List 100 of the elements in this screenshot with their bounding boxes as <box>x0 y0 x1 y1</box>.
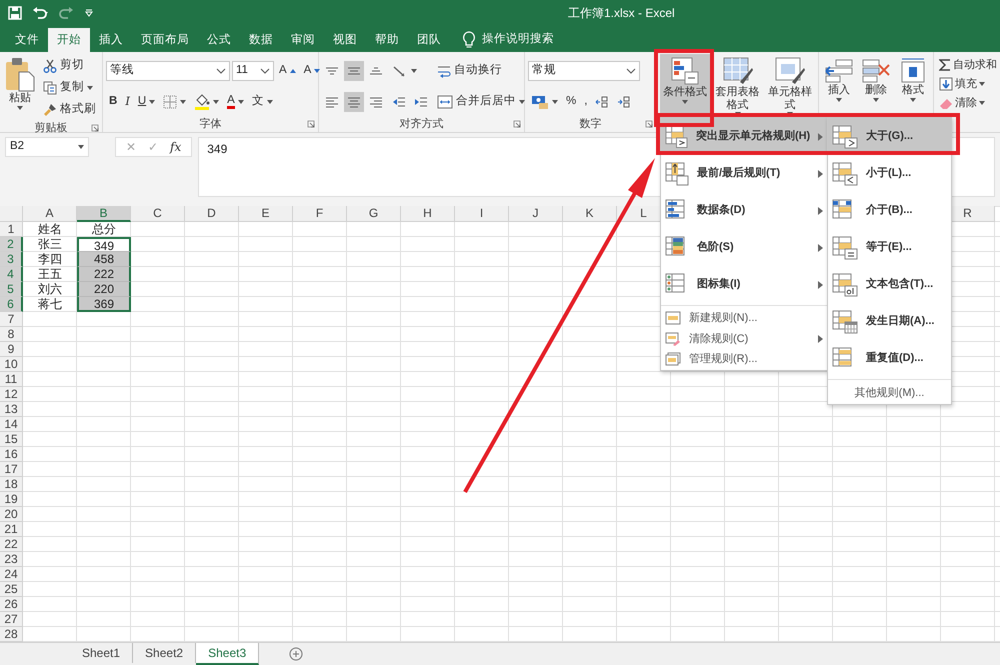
ribbon-button[interactable]: I <box>122 92 133 112</box>
row-header[interactable]: 18 <box>0 477 23 492</box>
ribbon-button[interactable]: 粘贴 <box>3 54 37 120</box>
formula-button[interactable]: fx <box>168 138 184 156</box>
ribbon-button[interactable]: 文 <box>248 92 276 112</box>
row-header[interactable]: 17 <box>0 462 23 477</box>
sheet-tab[interactable]: Sheet3 <box>196 643 260 665</box>
row-header[interactable]: 28 <box>0 627 23 642</box>
row-header[interactable]: 13 <box>0 402 23 417</box>
dropdown-field[interactable]: 11 <box>232 60 274 80</box>
menu-item[interactable]: 等于(E)... <box>828 229 951 266</box>
ribbon-button[interactable]: 清除 <box>937 94 985 112</box>
ribbon-button[interactable]: % <box>563 92 580 112</box>
ribbon-tab[interactable]: 团队 <box>408 28 450 52</box>
row-header[interactable]: 23 <box>0 552 23 567</box>
ribbon-tab[interactable]: 视图 <box>324 28 366 52</box>
icon-button[interactable] <box>344 60 364 80</box>
ribbon-button[interactable]: B <box>106 92 120 112</box>
row-header[interactable]: 5 <box>0 282 23 297</box>
row-header[interactable]: 21 <box>0 522 23 537</box>
name-box[interactable]: B2 <box>5 137 89 157</box>
menu-item[interactable]: 管理规则(R)... <box>661 349 827 370</box>
row-header[interactable]: 26 <box>0 597 23 612</box>
row-header[interactable]: 19 <box>0 492 23 507</box>
ribbon-tab[interactable]: 页面布局 <box>132 28 198 52</box>
ribbon-button[interactable]: 格式刷 <box>40 100 99 120</box>
ribbon-button[interactable]: 复制 <box>40 78 96 98</box>
column-header[interactable]: J <box>509 206 563 222</box>
menu-item[interactable]: 小于(L)... <box>828 155 951 192</box>
row-header[interactable]: 27 <box>0 612 23 627</box>
row-header[interactable]: 2 <box>0 237 23 252</box>
ribbon-tab[interactable]: 审阅 <box>282 28 324 52</box>
menu-item[interactable]: 图标集(I) <box>661 266 827 303</box>
column-header[interactable]: C <box>131 206 185 222</box>
ribbon-button[interactable]: A <box>276 60 299 80</box>
ribbon-tab[interactable]: 文件 <box>6 28 48 52</box>
column-header[interactable]: B <box>77 206 131 222</box>
ribbon-tab[interactable]: 帮助 <box>366 28 408 52</box>
row-header[interactable]: 10 <box>0 357 23 372</box>
menu-item[interactable]: 其他规则(M)... <box>828 382 951 404</box>
undo-icon[interactable] <box>32 6 48 20</box>
dropdown-field[interactable]: 常规 <box>528 60 640 80</box>
dialog-launcher-icon[interactable] <box>513 120 521 128</box>
column-header[interactable]: F <box>293 206 347 222</box>
row-header[interactable]: 20 <box>0 507 23 522</box>
row-header[interactable]: 16 <box>0 447 23 462</box>
row-header[interactable]: 3 <box>0 252 23 267</box>
save-icon[interactable] <box>8 6 22 20</box>
ribbon-tab[interactable]: 开始 <box>48 28 90 52</box>
ribbon-button[interactable]: 删除 <box>859 54 893 116</box>
row-header[interactable]: 8 <box>0 327 23 342</box>
add-sheet-icon[interactable] <box>289 647 304 661</box>
dialog-launcher-icon[interactable] <box>91 124 99 132</box>
row-header[interactable]: 1 <box>0 222 23 237</box>
tell-me-search[interactable]: 操作说明搜索 <box>482 31 554 49</box>
column-header[interactable]: H <box>401 206 455 222</box>
menu-item[interactable]: 文本包含(T)... <box>828 266 951 303</box>
ribbon-tab[interactable]: 插入 <box>90 28 132 52</box>
row-header[interactable]: 4 <box>0 267 23 282</box>
ribbon-button[interactable]: 合并后居中 <box>434 92 528 112</box>
ribbon-button[interactable]: 自动换行 <box>434 60 505 80</box>
menu-item[interactable]: 重复值(D)... <box>828 340 951 377</box>
icon-button[interactable] <box>344 92 364 112</box>
ribbon-button[interactable]: U <box>134 92 158 112</box>
row-header[interactable]: 24 <box>0 567 23 582</box>
menu-item[interactable]: 色阶(S) <box>661 229 827 266</box>
ribbon-button[interactable]: 填充 <box>937 75 985 93</box>
ribbon-tab[interactable]: 公式 <box>198 28 240 52</box>
row-header[interactable]: 12 <box>0 387 23 402</box>
menu-item[interactable]: 最前/最后规则(T) <box>661 155 827 192</box>
row-header[interactable]: 7 <box>0 312 23 327</box>
menu-item[interactable]: 清除规则(C) <box>661 328 827 349</box>
row-header[interactable]: 25 <box>0 582 23 597</box>
ribbon-button[interactable]: 插入 <box>822 54 856 116</box>
row-header[interactable]: 22 <box>0 537 23 552</box>
ribbon-button[interactable]: , <box>581 92 590 112</box>
row-header[interactable]: 15 <box>0 432 23 447</box>
column-header[interactable]: K <box>563 206 617 222</box>
ribbon-button[interactable]: A <box>300 60 324 80</box>
row-header[interactable]: 9 <box>0 342 23 357</box>
ribbon-button[interactable]: A <box>224 92 247 112</box>
ribbon-tab[interactable]: 数据 <box>240 28 282 52</box>
column-header[interactable]: E <box>239 206 293 222</box>
ribbon-button[interactable]: 格式 <box>896 54 930 116</box>
dialog-launcher-icon[interactable] <box>645 120 653 128</box>
menu-item[interactable]: 新建规则(N)... <box>661 308 827 328</box>
dropdown-field[interactable]: 等线 <box>106 60 230 80</box>
row-header[interactable]: 14 <box>0 417 23 432</box>
row-header[interactable]: 11 <box>0 372 23 387</box>
column-header[interactable]: A <box>23 206 77 222</box>
menu-item[interactable]: 发生日期(A)... <box>828 303 951 340</box>
dialog-launcher-icon[interactable] <box>307 120 315 128</box>
customize-icon[interactable] <box>84 8 94 18</box>
sheet-tab[interactable]: Sheet1 <box>70 643 134 663</box>
ribbon-button[interactable]: 剪切 <box>40 56 87 76</box>
row-header[interactable]: 6 <box>0 297 23 312</box>
column-header[interactable]: G <box>347 206 401 222</box>
column-header[interactable]: D <box>185 206 239 222</box>
ribbon-button[interactable]: 自动求和 <box>937 56 997 74</box>
column-header[interactable]: I <box>455 206 509 222</box>
